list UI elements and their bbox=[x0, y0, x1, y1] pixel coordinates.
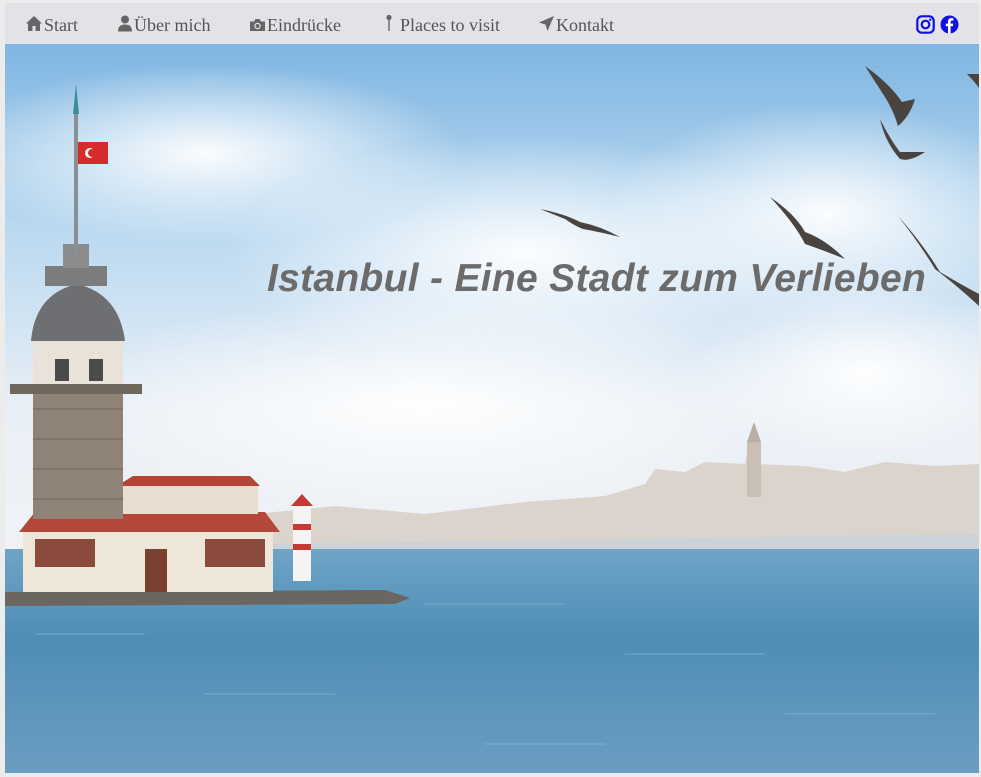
top-navbar: Start Über mich Eindrücke Places to visi… bbox=[5, 3, 979, 44]
nav-item-label: Kontakt bbox=[556, 15, 614, 35]
nav-item-label: Eindrücke bbox=[267, 15, 341, 35]
facebook-icon bbox=[940, 15, 959, 34]
send-icon bbox=[539, 16, 554, 31]
nav-item-eindruecke[interactable]: Eindrücke bbox=[249, 13, 341, 37]
nav-item-label: Über mich bbox=[134, 15, 211, 35]
nav-item-label: Places to visit bbox=[400, 15, 500, 35]
page-frame: Start Über mich Eindrücke Places to visi… bbox=[5, 3, 979, 773]
instagram-link[interactable] bbox=[916, 15, 935, 39]
nav-item-kontakt[interactable]: Kontakt bbox=[538, 13, 614, 37]
hero-banner: Istanbul - Eine Stadt zum Verlieben bbox=[5, 44, 979, 773]
camera-icon bbox=[250, 19, 265, 31]
instagram-icon bbox=[916, 15, 935, 34]
hero-title: Istanbul - Eine Stadt zum Verlieben bbox=[267, 257, 927, 300]
map-pin-icon bbox=[386, 14, 392, 31]
facebook-link[interactable] bbox=[940, 15, 959, 39]
home-icon bbox=[26, 16, 42, 31]
nav-item-label: Start bbox=[44, 15, 78, 35]
hero-image bbox=[5, 44, 979, 773]
nav-item-ueber-mich[interactable]: Über mich bbox=[117, 13, 210, 37]
nav-item-start[interactable]: Start bbox=[25, 13, 78, 37]
nav-item-places-to-visit[interactable]: Places to visit bbox=[384, 13, 500, 37]
user-icon bbox=[118, 15, 132, 32]
